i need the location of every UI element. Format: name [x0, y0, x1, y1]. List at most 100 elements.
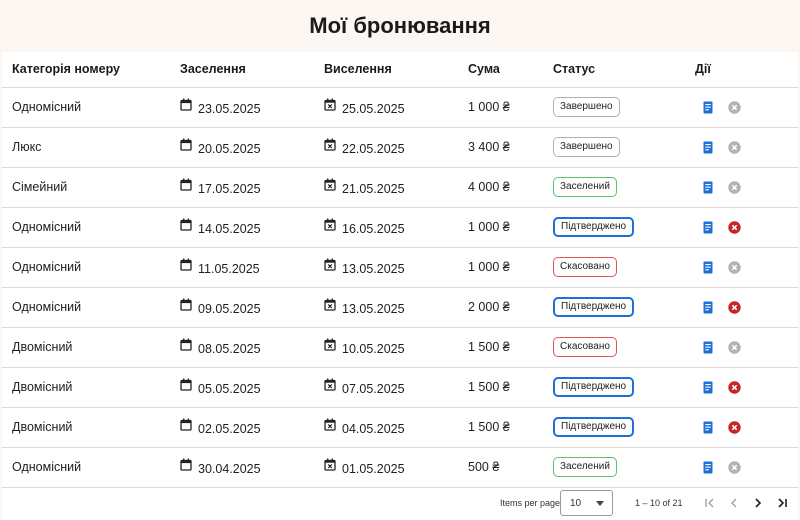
- chevron-right-icon: [755, 498, 762, 508]
- page-title: Мої бронювання: [309, 13, 491, 38]
- previous-page-button[interactable]: [726, 495, 742, 511]
- page-size-value: 10: [570, 497, 582, 509]
- checkin-date: 23.05.2025: [198, 102, 261, 116]
- cancel-circle-icon: [727, 340, 741, 354]
- table-row: Одномісний 14.05.2025 16.05.2025 1 000 ₴ Під…: [2, 207, 798, 247]
- receipt-icon: [703, 341, 713, 353]
- cell-checkout: 07.05.2025: [324, 367, 468, 407]
- table-row: Двомісний 02.05.2025 04.05.2025 1 500 ₴ Підт…: [2, 407, 798, 447]
- cell-actions: [695, 327, 798, 367]
- chevron-down-icon: [596, 500, 604, 506]
- table-row: Одномісний 23.05.2025 25.05.2025 1 000 ₴ Зав…: [2, 87, 798, 127]
- cell-checkin: 14.05.2025: [180, 207, 324, 247]
- page-size-select[interactable]: 10: [560, 490, 613, 516]
- status-badge: Підтверджено: [553, 377, 635, 397]
- cell-status: Підтверджено: [553, 407, 695, 447]
- last-page-icon: [778, 498, 787, 508]
- cancel-booking-button: [727, 460, 741, 474]
- cell-actions: [695, 127, 798, 167]
- calendar-x-icon: [324, 458, 336, 471]
- table-row: Сімейний 17.05.2025 21.05.2025 4 000 ₴ Засел…: [2, 167, 798, 207]
- header-actions: Дії: [695, 62, 711, 77]
- details-button[interactable]: [701, 340, 715, 354]
- calendar-x-icon: [324, 378, 336, 391]
- cancel-circle-icon: [727, 380, 741, 394]
- checkout-date: 07.05.2025: [342, 382, 405, 396]
- cancel-circle-icon: [727, 260, 741, 274]
- calendar-icon: [180, 418, 192, 431]
- status-badge: Завершено: [553, 97, 620, 117]
- checkout-date: 10.05.2025: [342, 342, 405, 356]
- receipt-icon: [703, 421, 713, 433]
- status-badge: Скасовано: [553, 337, 617, 357]
- calendar-icon: [180, 98, 192, 111]
- cell-status: Скасовано: [553, 247, 695, 287]
- calendar-icon: [180, 378, 192, 391]
- checkout-date: 16.05.2025: [342, 222, 405, 236]
- table-row: Двомісний 05.05.2025 07.05.2025 1 500 ₴ Підт…: [2, 367, 798, 407]
- details-button[interactable]: [701, 220, 715, 234]
- header-status: Статус: [553, 62, 596, 77]
- cell-actions: [695, 447, 798, 487]
- checkout-date: 22.05.2025: [342, 142, 405, 156]
- first-page-button[interactable]: [702, 495, 718, 511]
- header-category: Категорія номеру: [12, 62, 121, 77]
- cancel-booking-button[interactable]: [727, 300, 741, 314]
- details-button[interactable]: [701, 260, 715, 274]
- cancel-circle-icon: [727, 100, 741, 114]
- details-button[interactable]: [701, 300, 715, 314]
- cell-sum: 1 000 ₴: [468, 100, 510, 114]
- cell-checkin: 17.05.2025: [180, 167, 324, 207]
- table-row: Одномісний 30.04.2025 01.05.2025 500 ₴ Засел…: [2, 447, 798, 487]
- receipt-icon: [703, 101, 713, 113]
- cell-actions: [695, 207, 798, 247]
- cancel-circle-icon: [727, 420, 741, 434]
- cell-status: Завершено: [553, 127, 695, 167]
- cancel-booking-button[interactable]: [727, 220, 741, 234]
- details-button[interactable]: [701, 420, 715, 434]
- calendar-icon: [180, 338, 192, 351]
- calendar-x-icon: [324, 178, 336, 191]
- status-badge: Заселений: [553, 177, 617, 197]
- cell-category: Одномісний: [12, 100, 82, 114]
- header-checkin: Заселення: [180, 62, 246, 77]
- status-badge: Підтверджено: [553, 297, 635, 317]
- calendar-x-icon: [324, 418, 336, 431]
- cancel-booking-button[interactable]: [727, 380, 741, 394]
- cell-checkin: 23.05.2025: [180, 87, 324, 127]
- calendar-x-icon: [324, 218, 336, 231]
- calendar-x-icon: [324, 298, 336, 311]
- checkout-date: 13.05.2025: [342, 262, 405, 276]
- cell-actions: [695, 87, 798, 127]
- header-sum: Сума: [468, 62, 500, 77]
- details-button[interactable]: [701, 180, 715, 194]
- cell-category: Люкс: [12, 140, 42, 154]
- cell-actions: [695, 247, 798, 287]
- cell-checkin: 09.05.2025: [180, 287, 324, 327]
- bookings-card: Категорія номеру Заселення Виселення Сум…: [2, 52, 798, 520]
- cell-checkout: 10.05.2025: [324, 327, 468, 367]
- cancel-booking-button[interactable]: [727, 420, 741, 434]
- details-button[interactable]: [701, 460, 715, 474]
- cell-checkout: 22.05.2025: [324, 127, 468, 167]
- receipt-icon: [703, 301, 713, 313]
- cancel-booking-button: [727, 100, 741, 114]
- cancel-circle-icon: [727, 460, 741, 474]
- cell-actions: [695, 287, 798, 327]
- details-button[interactable]: [701, 100, 715, 114]
- calendar-x-icon: [324, 258, 336, 271]
- details-button[interactable]: [701, 140, 715, 154]
- cell-checkout: 21.05.2025: [324, 167, 468, 207]
- checkin-date: 05.05.2025: [198, 382, 261, 396]
- table-row: Двомісний 08.05.2025 10.05.2025 1 500 ₴ Скас…: [2, 327, 798, 367]
- details-button[interactable]: [701, 380, 715, 394]
- cell-sum: 1 500 ₴: [468, 420, 510, 434]
- checkout-date: 21.05.2025: [342, 182, 405, 196]
- next-page-button[interactable]: [750, 495, 766, 511]
- chevron-left-icon: [731, 498, 737, 508]
- last-page-button[interactable]: [774, 495, 790, 511]
- bookings-table: Категорія номеру Заселення Виселення Сум…: [2, 52, 798, 488]
- cell-category: Двомісний: [12, 380, 73, 394]
- cell-category: Одномісний: [12, 460, 82, 474]
- status-badge: Підтверджено: [553, 417, 635, 437]
